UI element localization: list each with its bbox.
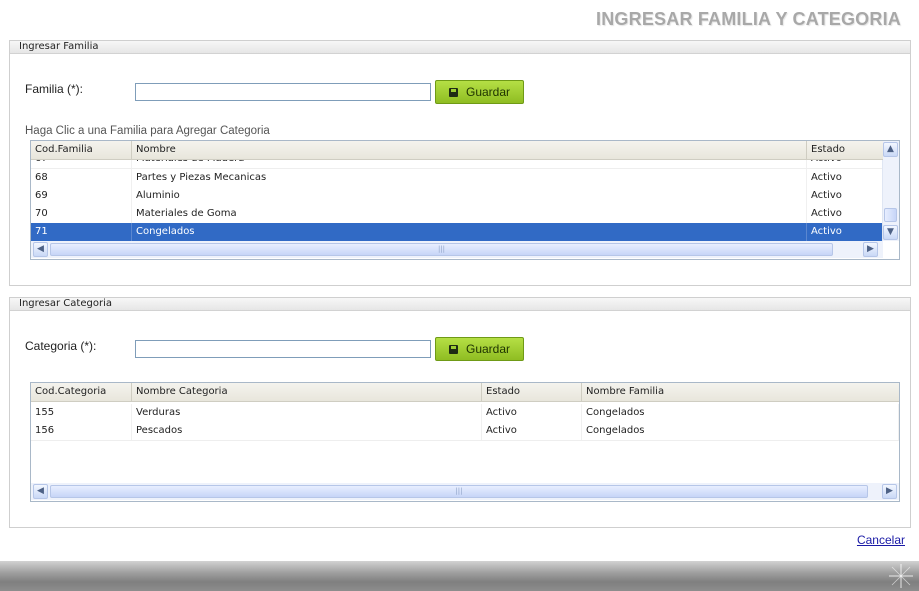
cell-estado: Activo bbox=[807, 223, 883, 241]
cell-cod: 155 bbox=[31, 404, 132, 422]
table-row-selected[interactable]: 71 Congelados Activo bbox=[31, 223, 883, 242]
column-header[interactable]: Nombre bbox=[132, 141, 807, 159]
horizontal-scroll-thumb[interactable]: ||| bbox=[50, 243, 833, 256]
cell-estado: Activo bbox=[807, 187, 883, 205]
scroll-up-icon[interactable]: ▲ bbox=[883, 142, 898, 157]
footer-bar bbox=[0, 561, 919, 591]
cell-cod: 69 bbox=[31, 187, 132, 205]
familia-grid-header-overlay: Cod.Familia Nombre Estado bbox=[31, 141, 883, 160]
familia-vertical-scrollbar[interactable]: ▲ ▼ bbox=[882, 141, 899, 241]
cell-nombre: Partes y Piezas Mecanicas bbox=[132, 169, 807, 187]
cell-estado: Activo bbox=[807, 205, 883, 223]
cell-nombre: Aluminio bbox=[132, 187, 807, 205]
categoria-panel: Ingresar Categoria Categoria (*): Guarda… bbox=[9, 297, 911, 528]
save-icon bbox=[448, 87, 458, 97]
categoria-grid-header: Cod.Categoria Nombre Categoria Estado No… bbox=[31, 383, 899, 402]
cell-cod: 68 bbox=[31, 169, 132, 187]
table-row[interactable]: 156 Pescados Activo Congelados bbox=[31, 422, 899, 441]
guardar-familia-button[interactable]: Guardar bbox=[435, 80, 524, 104]
page-title: INGRESAR FAMILIA Y CATEGORIA bbox=[596, 9, 901, 29]
categoria-horizontal-scrollbar[interactable]: ◀ ||| ▶ bbox=[31, 483, 899, 500]
familia-hint: Haga Clic a una Familia para Agregar Cat… bbox=[25, 125, 270, 137]
familia-horizontal-scrollbar[interactable]: ◀ ||| ▶ bbox=[31, 241, 883, 258]
column-header[interactable]: Nombre Familia bbox=[582, 383, 899, 401]
table-row[interactable]: 155 Verduras Activo Congelados bbox=[31, 404, 899, 423]
column-header[interactable]: Cod.Categoria bbox=[31, 383, 132, 401]
horizontal-scroll-thumb[interactable]: ||| bbox=[50, 485, 868, 498]
familia-panel: Ingresar Familia Familia (*): Guardar Ha… bbox=[9, 40, 911, 286]
sparkle-icon bbox=[889, 564, 913, 588]
scroll-right-icon[interactable]: ▶ bbox=[882, 484, 897, 499]
cell-nombre: Congelados bbox=[132, 223, 807, 241]
vertical-scroll-thumb[interactable] bbox=[884, 208, 897, 222]
cell-nombre: Pescados bbox=[132, 422, 482, 440]
cell-familia: Congelados bbox=[582, 422, 899, 440]
cell-cod: 71 bbox=[31, 223, 132, 241]
scroll-down-icon[interactable]: ▼ bbox=[883, 225, 898, 240]
column-header[interactable]: Cod.Familia bbox=[31, 141, 132, 159]
column-header[interactable]: Estado bbox=[482, 383, 582, 401]
cell-estado: Activo bbox=[482, 404, 582, 422]
cell-estado: Activo bbox=[482, 422, 582, 440]
familia-label: Familia (*): bbox=[25, 82, 84, 96]
scroll-right-icon[interactable]: ▶ bbox=[863, 242, 878, 257]
column-header[interactable]: Nombre Categoria bbox=[132, 383, 482, 401]
cell-nombre: Verduras bbox=[132, 404, 482, 422]
cell-cod: 156 bbox=[31, 422, 132, 440]
guardar-categoria-button[interactable]: Guardar bbox=[435, 337, 524, 361]
column-header[interactable]: Estado bbox=[807, 141, 883, 159]
categoria-panel-header: Ingresar Categoria bbox=[10, 298, 910, 311]
table-row[interactable]: 69 Aluminio Activo bbox=[31, 187, 883, 206]
scroll-left-icon[interactable]: ◀ bbox=[33, 484, 48, 499]
table-row[interactable]: 68 Partes y Piezas Mecanicas Activo bbox=[31, 169, 883, 188]
categoria-grid: Cod.Categoria Nombre Categoria Estado No… bbox=[30, 382, 900, 502]
cancel-link[interactable]: Cancelar bbox=[857, 533, 905, 547]
cell-nombre: Materiales de Goma bbox=[132, 205, 807, 223]
familia-panel-header: Ingresar Familia bbox=[10, 41, 910, 54]
cell-estado: Activo bbox=[807, 169, 883, 187]
familia-input[interactable] bbox=[135, 83, 431, 101]
save-icon bbox=[448, 344, 458, 354]
cell-cod: 70 bbox=[31, 205, 132, 223]
cell-familia: Congelados bbox=[582, 404, 899, 422]
categoria-input[interactable] bbox=[135, 340, 431, 358]
familia-grid: Cod.Familia Nombre Estado 67 Materiales … bbox=[30, 140, 900, 260]
table-row[interactable]: 70 Materiales de Goma Activo bbox=[31, 205, 883, 224]
guardar-familia-label: Guardar bbox=[465, 85, 511, 99]
categoria-label: Categoria (*): bbox=[25, 339, 97, 353]
guardar-categoria-label: Guardar bbox=[465, 342, 511, 356]
scroll-left-icon[interactable]: ◀ bbox=[33, 242, 48, 257]
